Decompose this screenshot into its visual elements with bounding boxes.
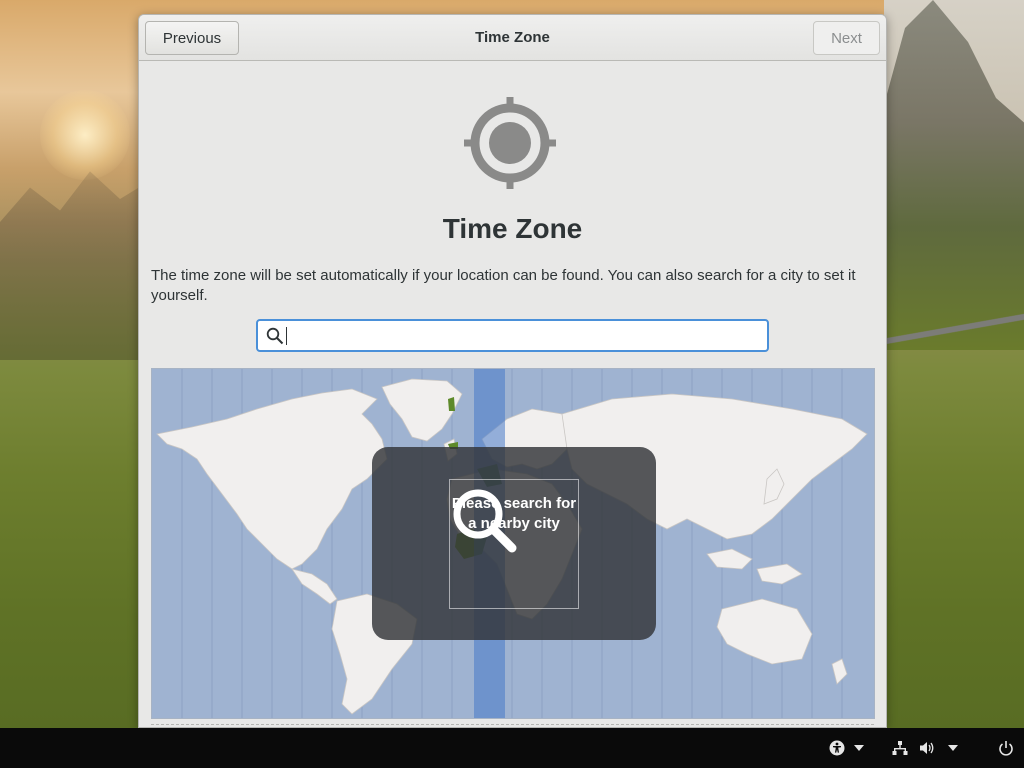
search-icon: [453, 489, 517, 553]
power-icon: [999, 741, 1013, 756]
network-icon: [892, 741, 908, 755]
accessibility-dropdown[interactable]: [854, 738, 864, 758]
system-menu-dropdown[interactable]: [948, 738, 958, 758]
system-panel: [0, 728, 1024, 768]
time-zone-map[interactable]: Please search for a nearby city: [151, 368, 875, 719]
wallpaper-sun: [40, 90, 130, 180]
page-content: Time Zone The time zone will be set auto…: [139, 61, 886, 727]
time-zone-dialog: Previous Time Zone Next Time Zone The ti…: [138, 14, 887, 728]
search-input[interactable]: [287, 321, 767, 350]
network-status[interactable]: [892, 738, 908, 758]
volume-status[interactable]: [919, 738, 935, 758]
page-description: The time zone will be set automatically …: [151, 267, 856, 304]
divider: [151, 724, 874, 725]
accessibility-menu[interactable]: [829, 738, 845, 758]
search-field[interactable]: [256, 319, 769, 352]
wallpaper-road: [884, 300, 1024, 360]
volume-icon: [920, 742, 934, 754]
header-bar: Previous Time Zone Next: [139, 15, 886, 61]
location-crosshair-icon: [464, 97, 556, 189]
search-icon: [266, 327, 284, 344]
page-title: Time Zone: [442, 213, 583, 244]
dropdown-arrow-icon: [854, 745, 864, 751]
dropdown-arrow-icon: [948, 745, 958, 751]
previous-button[interactable]: Previous: [145, 21, 239, 55]
window-title: Time Zone: [475, 29, 550, 46]
next-button[interactable]: Next: [813, 21, 880, 55]
search-prompt-overlay: Please search for a nearby city: [372, 447, 656, 640]
search-prompt-box: Please search for a nearby city: [449, 479, 579, 609]
accessibility-icon: [829, 740, 845, 756]
power-menu[interactable]: [998, 738, 1014, 758]
